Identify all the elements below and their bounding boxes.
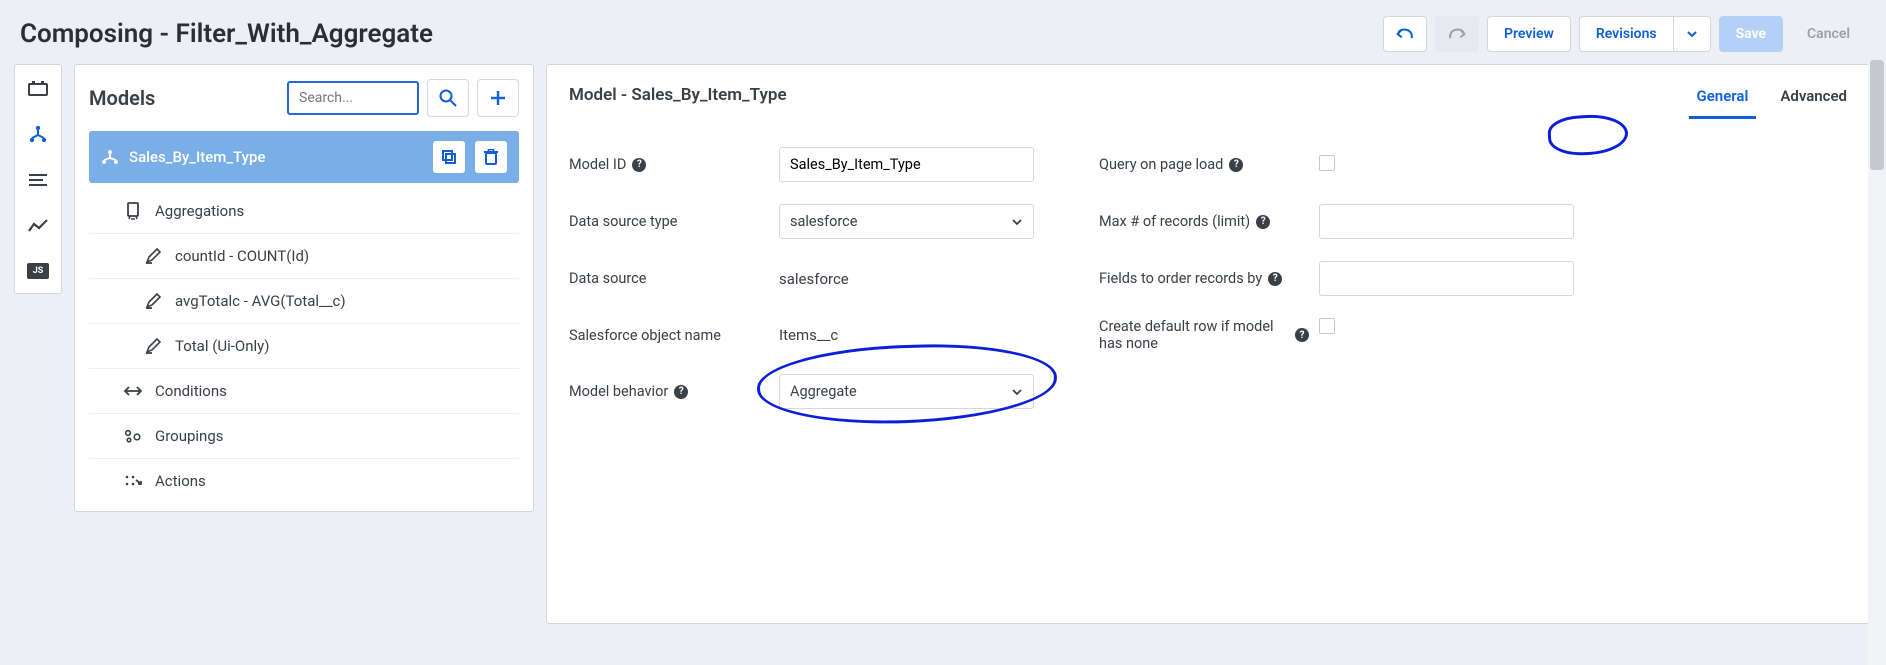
model-item-selected[interactable]: Sales_By_Item_Type [89, 131, 519, 183]
value-sf-object-name: Items__c [779, 326, 1039, 344]
page-title: Composing - Filter_With_Aggregate [20, 19, 433, 49]
label-model-behavior: Model behavior? [569, 383, 779, 400]
tree-agg-avgtotalc[interactable]: avgTotalc - AVG(Total__c) [89, 278, 519, 323]
actions-icon [123, 474, 143, 488]
conditions-icon [123, 384, 143, 398]
select-value: salesforce [790, 213, 857, 230]
checkbox-create-default[interactable] [1319, 318, 1335, 334]
tree-agg-countid[interactable]: countId - COUNT(Id) [89, 233, 519, 278]
revisions-dropdown-button[interactable] [1673, 16, 1711, 52]
label-query-on-load: Query on page load? [1099, 156, 1319, 173]
model-item-label: Sales_By_Item_Type [129, 148, 265, 166]
save-button[interactable]: Save [1719, 16, 1783, 52]
models-panel: Models Sales_By_Item_Type [74, 64, 534, 512]
detail-panel-title: Model - Sales_By_Item_Type [569, 79, 787, 121]
tree-item-label: Total (Ui-Only) [175, 337, 269, 355]
label-model-id: Model ID? [569, 156, 779, 173]
pencil-icon [143, 293, 163, 309]
tree-aggregations[interactable]: Aggregations [89, 189, 519, 233]
delete-model-button[interactable] [475, 141, 507, 173]
tab-general[interactable]: General [1695, 81, 1751, 119]
copy-model-button[interactable] [433, 141, 465, 173]
box-icon [28, 80, 48, 96]
search-icon [438, 88, 458, 108]
tree-item-label: Aggregations [155, 202, 244, 220]
redo-icon [1447, 26, 1467, 42]
help-icon[interactable]: ? [1229, 158, 1243, 172]
tree-agg-total-ui[interactable]: Total (Ui-Only) [89, 323, 519, 368]
help-icon[interactable]: ? [1268, 272, 1282, 286]
checkbox-query-on-load[interactable] [1319, 155, 1335, 171]
plus-icon [489, 89, 507, 107]
models-panel-title: Models [89, 86, 155, 110]
revisions-button[interactable]: Revisions [1579, 16, 1673, 52]
rail-analytics-icon[interactable] [15, 203, 61, 249]
help-icon[interactable]: ? [1295, 328, 1309, 342]
label-data-source: Data source [569, 270, 779, 287]
help-icon[interactable]: ? [1256, 215, 1270, 229]
rail-js-icon[interactable]: JS [27, 263, 49, 279]
list-icon [29, 173, 47, 187]
add-model-button[interactable] [477, 79, 519, 117]
cancel-button[interactable]: Cancel [1791, 16, 1866, 52]
input-model-id[interactable] [779, 147, 1034, 182]
help-icon[interactable]: ? [674, 385, 688, 399]
select-model-behavior[interactable]: Aggregate [779, 374, 1034, 409]
tab-advanced[interactable]: Advanced [1778, 81, 1849, 119]
redo-button[interactable] [1435, 16, 1479, 52]
pencil-icon [143, 338, 163, 354]
rail-app-icon[interactable] [15, 65, 61, 111]
chevron-down-icon [1011, 216, 1023, 228]
tree-item-label: Actions [155, 472, 206, 490]
tree-item-label: countId - COUNT(Id) [175, 247, 309, 265]
tree-actions[interactable]: Actions [89, 458, 519, 503]
label-fields-order: Fields to order records by? [1099, 270, 1319, 287]
help-icon[interactable]: ? [632, 158, 646, 172]
input-fields-order[interactable] [1319, 261, 1574, 296]
aggregations-icon [123, 202, 143, 220]
label-create-default: Create default row if model has none? [1099, 318, 1319, 352]
tree-conditions[interactable]: Conditions [89, 368, 519, 413]
preview-button[interactable]: Preview [1487, 16, 1571, 52]
rail-list-icon[interactable] [15, 157, 61, 203]
revisions-button-group: Revisions [1579, 16, 1711, 52]
undo-button[interactable] [1383, 16, 1427, 52]
value-data-source: salesforce [779, 270, 1039, 288]
label-data-source-type: Data source type [569, 213, 779, 230]
pencil-icon [143, 248, 163, 264]
groupings-icon [123, 429, 143, 443]
vertical-scrollbar[interactable] [1868, 60, 1886, 665]
label-max-records: Max # of records (limit)? [1099, 213, 1319, 230]
tree-groupings[interactable]: Groupings [89, 413, 519, 458]
chevron-down-icon [1011, 386, 1023, 398]
analytics-icon [28, 219, 48, 233]
tree-item-label: avgTotalc - AVG(Total__c) [175, 292, 346, 310]
label-sf-object-name: Salesforce object name [569, 327, 779, 344]
tree-item-label: Groupings [155, 427, 224, 445]
search-button[interactable] [427, 79, 469, 117]
copy-icon [441, 149, 457, 165]
header-actions: Preview Revisions Save Cancel [1383, 16, 1866, 52]
chevron-down-icon [1686, 28, 1698, 40]
undo-icon [1395, 26, 1415, 42]
search-input[interactable] [287, 81, 419, 115]
models-icon [28, 125, 48, 143]
select-value: Aggregate [790, 383, 857, 400]
side-rail: JS [14, 64, 62, 294]
tree-item-label: Conditions [155, 382, 227, 400]
trash-icon [484, 149, 498, 165]
input-max-records[interactable] [1319, 204, 1574, 239]
model-node-icon [101, 149, 119, 165]
select-data-source-type[interactable]: salesforce [779, 204, 1034, 239]
scrollbar-thumb[interactable] [1870, 60, 1884, 170]
rail-models-icon[interactable] [15, 111, 61, 157]
model-detail-panel: Model - Sales_By_Item_Type General Advan… [546, 64, 1872, 624]
